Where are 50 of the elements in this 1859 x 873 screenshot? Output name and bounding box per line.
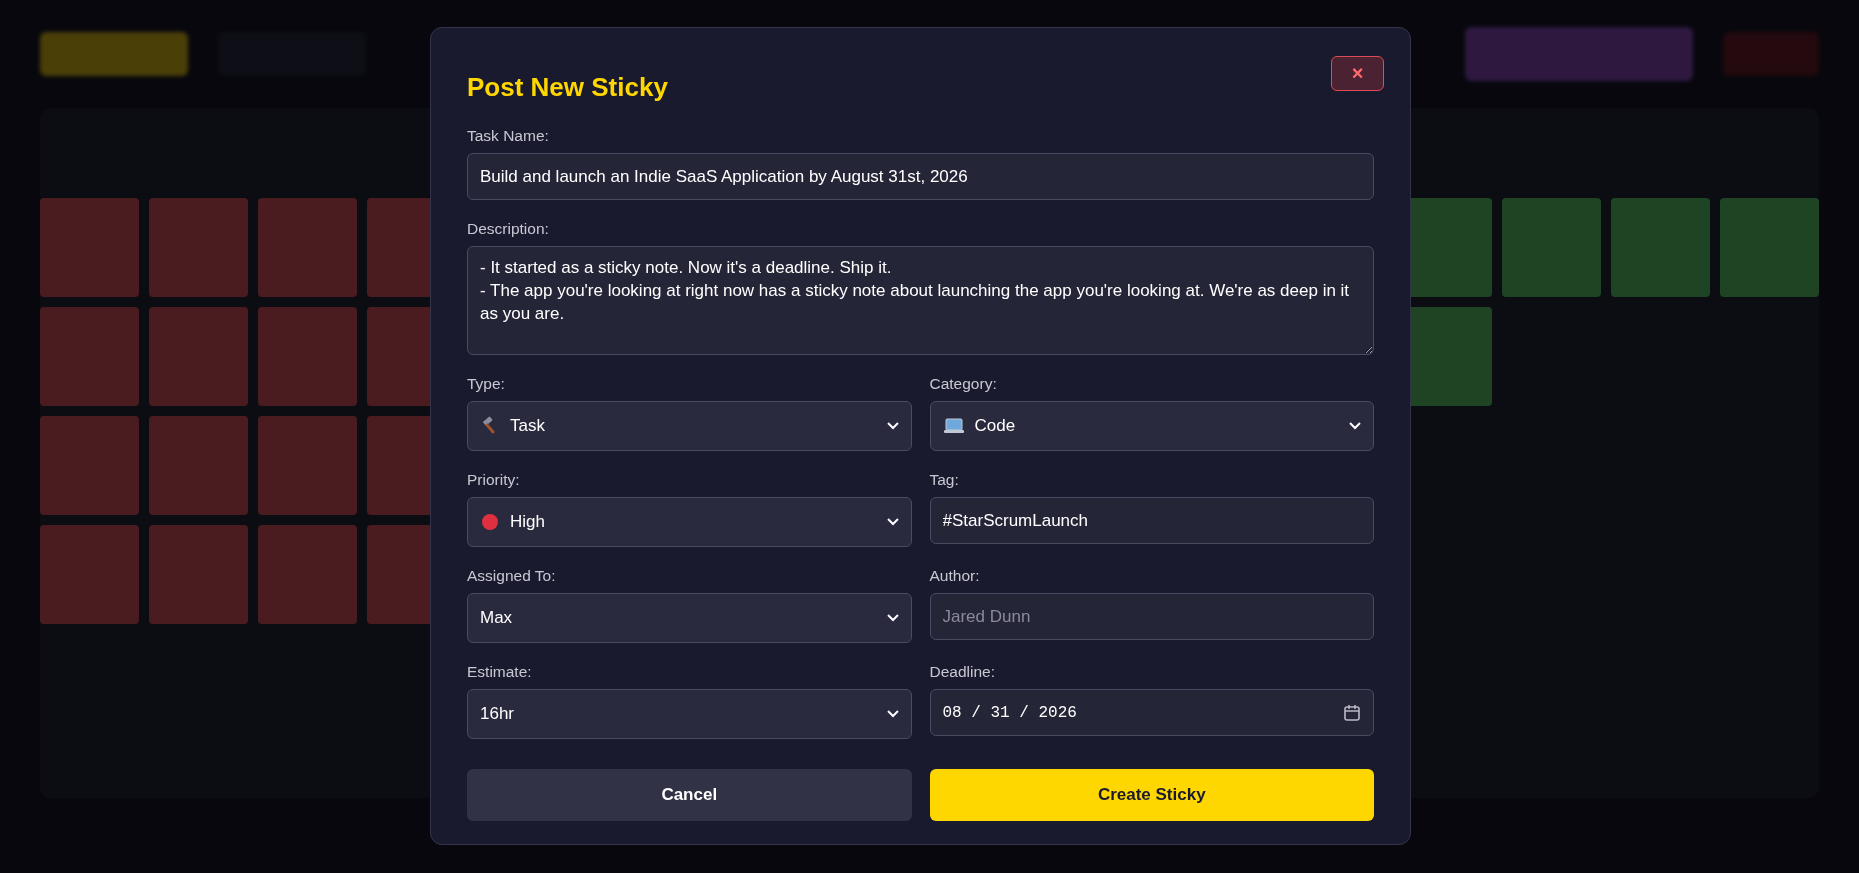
calendar-icon [1343,703,1361,722]
chevron-down-icon [886,518,899,526]
field-label: Priority: [467,471,521,489]
header-button[interactable] [1723,32,1819,76]
sticky-note[interactable] [149,525,248,624]
date-field[interactable]: 08 / 31 / 2026 [929,689,1374,736]
sticky-note[interactable] [258,416,357,515]
dropdown[interactable]: High [467,497,912,547]
sticky-note[interactable] [1502,198,1601,297]
field-label: Author: [929,567,981,585]
field-label: Estimate: [467,663,533,681]
field-label: Deadline: [929,663,996,681]
sticky-note[interactable] [149,416,248,515]
sticky-note[interactable] [258,198,357,297]
sticky-note[interactable] [40,198,139,297]
sticky-note[interactable] [40,416,139,515]
text-field[interactable]: Jared Dunn [929,593,1374,640]
header-button[interactable] [40,32,188,76]
field-label: Category: [929,375,998,393]
sticky-note[interactable] [40,307,139,406]
text-field[interactable]: #StarScrumLaunch [929,497,1374,544]
laptop-icon [942,416,965,436]
sticky-note[interactable] [258,525,357,624]
sticky-note[interactable] [258,307,357,406]
dialog-title: Post New Sticky [467,72,668,103]
field-label: Tag: [929,471,960,489]
sticky-note[interactable] [1611,198,1710,297]
chevron-down-icon [886,422,899,430]
header-button[interactable] [1465,27,1693,81]
chevron-down-icon [886,710,899,718]
field-label: Task Name: [467,127,550,145]
sticky-note[interactable] [149,198,248,297]
field-label: Assigned To: [467,567,557,585]
create-button[interactable]: Create Sticky [929,769,1374,821]
field-label: Description: [467,220,550,238]
text-field[interactable]: Build and launch an Indie SaaS Application by August 31st, 2026 [467,153,1374,200]
dropdown[interactable]: Task [467,401,912,451]
cancel-button[interactable]: Cancel [467,769,912,821]
dropdown[interactable]: Max [467,593,912,643]
dropdown[interactable]: Code [929,401,1374,451]
sticky-note[interactable] [1720,198,1819,297]
chevron-down-icon [886,614,899,622]
close-button[interactable]: × [1331,56,1384,91]
sticky-note[interactable] [40,525,139,624]
priority-dot-icon [480,512,500,532]
sticky-note[interactable] [149,307,248,406]
field-label: Type: [467,375,506,393]
chevron-down-icon [1349,422,1361,430]
dropdown[interactable]: 16hr [467,689,912,739]
description-field[interactable]: - It started as a sticky note. Now it's a deadline. Ship it. - The app you're looking at right now has a sticky note about launching the app you're looking at. We're as deep in it as you are. [467,246,1374,355]
